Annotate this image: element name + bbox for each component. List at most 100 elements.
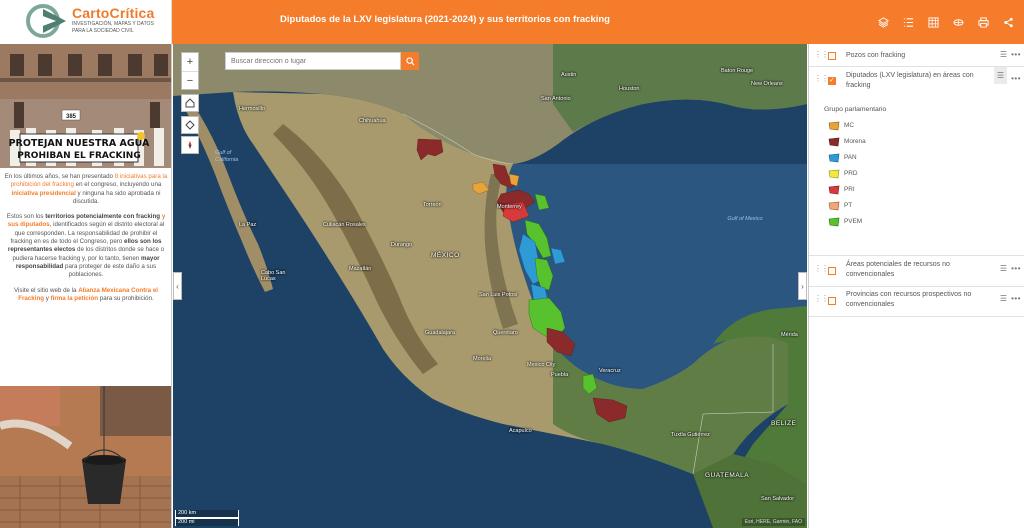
search-input[interactable] xyxy=(225,52,401,70)
table-button[interactable] xyxy=(923,12,943,32)
more-options-icon[interactable]: ••• xyxy=(1011,50,1021,59)
map-label-mexico: MÉXICO xyxy=(431,252,460,259)
legend-swatch xyxy=(828,153,840,163)
photo-banner: PROHIBAN EL FRACKING xyxy=(17,151,140,161)
home-button[interactable] xyxy=(181,94,199,112)
collapse-right-panel-button[interactable]: › xyxy=(798,272,807,300)
layer-name: Provincias con recursos prospectivos no … xyxy=(846,291,972,308)
more-options-icon[interactable]: ••• xyxy=(1011,294,1021,303)
header-bar: CartoCrítica INVESTIGACIÓN, MAPAS Y DATO… xyxy=(0,0,1024,44)
toolbar xyxy=(873,12,1018,32)
legend-swatch xyxy=(828,201,840,211)
map-label-new-orleans: New Orleans xyxy=(751,81,783,87)
story-paragraph: Visite el sitio web de la Alianza Mexica… xyxy=(14,286,158,302)
legend-item-prd: PRD xyxy=(828,169,948,179)
map-label-durango: Durango xyxy=(391,242,413,248)
print-button[interactable] xyxy=(973,12,993,32)
scale-km: 200 km xyxy=(175,510,239,518)
layer-menu-icon[interactable]: ☰ xyxy=(1000,264,1007,273)
table-icon xyxy=(927,16,939,28)
collapse-left-panel-button[interactable]: ‹ xyxy=(173,272,182,300)
logo-tagline: INVESTIGACIÓN, MAPAS Y DATOS xyxy=(72,21,154,27)
layer-menu-icon[interactable]: ☰ xyxy=(1000,50,1007,59)
layer-visibility-checkbox[interactable] xyxy=(828,267,836,275)
map-label-la-paz: La Paz xyxy=(239,222,257,228)
search-icon xyxy=(405,56,415,66)
map-label-san-antonio: San Antonio xyxy=(541,96,571,102)
map-label-guatemala: GUATEMALA xyxy=(705,472,750,479)
map-label-tuxtla: Tuxtla Gutiérrez xyxy=(671,432,710,438)
logo[interactable]: CartoCrítica INVESTIGACIÓN, MAPAS Y DATO… xyxy=(0,0,172,44)
map-label-puebla: Puebla xyxy=(551,372,569,378)
layer-visibility-checkbox[interactable] xyxy=(828,297,836,305)
app-title: Diputados de la LXV legislatura (2021-20… xyxy=(280,14,610,25)
map-label-mazatlan: Mazatlán xyxy=(349,266,372,272)
drag-handle-icon[interactable]: ⋮⋮ xyxy=(814,294,829,303)
share-icon xyxy=(1003,17,1013,27)
layer-menu-icon[interactable]: ☰ xyxy=(993,67,1007,84)
layer-menu-icon[interactable]: ☰ xyxy=(1000,294,1007,303)
map-label-monterrey: Monterrey xyxy=(497,204,522,210)
drag-handle-icon[interactable]: ⋮⋮ xyxy=(814,74,829,83)
app-root: CartoCrítica INVESTIGACIÓN, MAPAS Y DATO… xyxy=(0,0,1024,528)
layer-item-areas: ⋮⋮ Áreas potenciales de recursos no conv… xyxy=(809,260,1024,284)
logo-icon xyxy=(26,4,66,38)
story-paragraph: En los últimos años, se han presentado 8… xyxy=(4,173,168,205)
locate-button[interactable] xyxy=(181,116,199,134)
zoom-in-button[interactable]: + xyxy=(182,53,198,71)
map-attribution: Esri, HERE, Garmin, FAO xyxy=(741,518,805,526)
legend-item-pan: PAN xyxy=(828,153,948,163)
map-label-austin: Austin xyxy=(561,72,577,78)
map-label-hermosillo: Hermosillo xyxy=(239,106,265,112)
compass-button[interactable] xyxy=(181,136,199,154)
legend-swatch xyxy=(828,217,840,227)
basemap-icon xyxy=(952,18,964,26)
layers-icon xyxy=(877,16,889,28)
home-icon xyxy=(185,98,195,108)
map-label-merida: Mérida xyxy=(781,332,798,338)
list-icon xyxy=(903,17,913,27)
iniciativa-presidencial-link[interactable]: iniciativa presidencial xyxy=(12,190,76,197)
layer-visibility-checkbox[interactable] xyxy=(828,76,836,85)
story-paragraph: Estos son los territorios potencialmente… xyxy=(6,213,166,279)
map-label-morelia: Morelia xyxy=(473,356,492,362)
layer-name: Pozos con fracking xyxy=(846,52,906,59)
drag-handle-icon[interactable]: ⋮⋮ xyxy=(814,50,829,59)
photo-banner: PROTEJAN NUESTRA AGUA xyxy=(9,138,150,149)
zoom-control: + − xyxy=(181,52,199,90)
story-panel: 385 PROTEJAN NUESTRA AGUA PROHIBAN EL FR… xyxy=(0,44,172,528)
compass-icon xyxy=(188,141,192,149)
more-options-icon[interactable]: ••• xyxy=(1011,74,1021,83)
story-text: En los últimos años, se han presentado 8… xyxy=(4,173,168,310)
legend-button[interactable] xyxy=(898,12,918,32)
legend-item-mc: MC xyxy=(828,121,948,131)
share-button[interactable] xyxy=(998,12,1018,32)
layer-item-provincias: ⋮⋮ Provincias con recursos prospectivos … xyxy=(809,290,1024,314)
map-view[interactable]: Austin San Antonio Houston Baton Rouge N… xyxy=(173,44,807,528)
logo-tagline: PARA LA SOCIEDAD CIVIL xyxy=(72,28,134,34)
scale-mi: 200 mi xyxy=(175,518,239,526)
more-options-icon[interactable]: ••• xyxy=(1011,264,1021,273)
map-label-torreon: Torreón xyxy=(423,202,442,208)
drag-handle-icon[interactable]: ⋮⋮ xyxy=(814,264,829,273)
map-label-mexico-city: Mexico City xyxy=(527,362,556,368)
map-label-acapulco: Acapulco xyxy=(509,428,532,434)
map-label-san-luis: San Luis Potosí xyxy=(479,292,518,298)
layers-button[interactable] xyxy=(873,12,893,32)
basemap-button[interactable] xyxy=(948,12,968,32)
legend-swatch xyxy=(828,121,840,131)
protest-photo: 385 PROTEJAN NUESTRA AGUA PROHIBAN EL FR… xyxy=(0,44,171,168)
map-label-gulf-mexico: Gulf of Mexico xyxy=(727,216,763,222)
map-label-cabo: Cabo San Lucas xyxy=(261,270,286,282)
search-button[interactable] xyxy=(401,52,419,70)
print-icon xyxy=(977,16,989,28)
legend-item-pvem: PVEM xyxy=(828,217,948,227)
map-label-queretaro: Querétaro xyxy=(493,330,518,336)
logo-name: CartoCrítica xyxy=(72,5,155,21)
photo-sign: 385 xyxy=(66,114,77,120)
zoom-out-button[interactable]: − xyxy=(182,71,198,89)
peticion-link[interactable]: firma la petición xyxy=(51,295,98,302)
layer-list-panel: ⋮⋮ Pozos con fracking ☰ ••• ⋮⋮ Diputados… xyxy=(808,44,1024,528)
layer-visibility-checkbox[interactable] xyxy=(828,52,836,60)
map-label-houston: Houston xyxy=(619,86,640,92)
